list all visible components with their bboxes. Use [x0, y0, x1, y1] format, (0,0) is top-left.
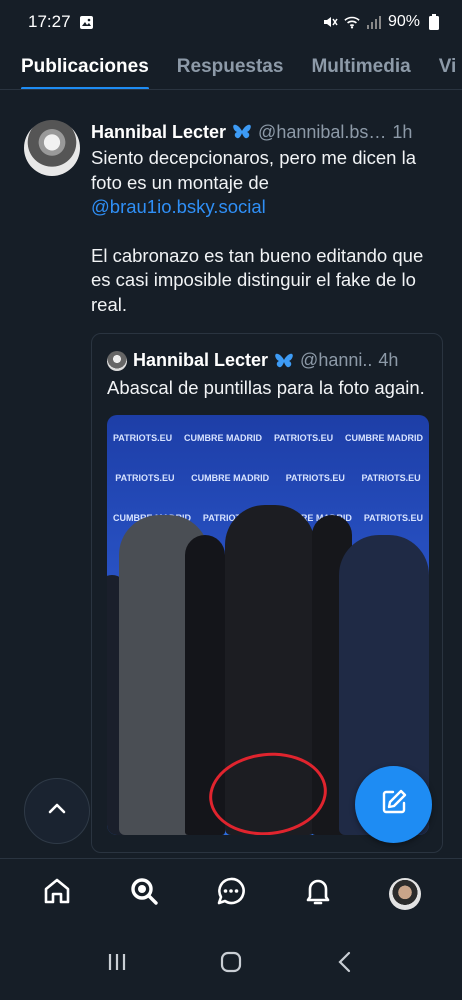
quote-text: Abascal de puntillas para la foto again.: [107, 377, 425, 398]
tab-multimedia[interactable]: Multimedia: [311, 44, 410, 89]
battery-icon: [426, 14, 442, 30]
banner-text: PATRIOTS.EU: [285, 472, 345, 483]
status-bar: 17:27 90%: [0, 0, 462, 44]
banner-text: CUMBRE MADRID: [184, 432, 263, 443]
post-text-paragraph2: El cabronazo es tan bueno editando que e…: [91, 244, 424, 315]
profile-tabs: Publicaciones Respuestas Multimedia Vi: [0, 44, 462, 90]
nav-search-button[interactable]: [118, 868, 170, 920]
nav-profile-button[interactable]: [379, 868, 431, 920]
status-time: 17:27: [28, 12, 71, 31]
nav-chat-button[interactable]: [205, 868, 257, 920]
bell-icon: [302, 875, 334, 912]
gallery-icon: [79, 14, 95, 30]
butterfly-icon: [232, 123, 252, 141]
signal-icon: [366, 14, 382, 30]
post-time: 1h: [392, 121, 413, 142]
chevron-up-icon: [46, 798, 68, 825]
post-body: Hannibal Lecter @hannibal.bs… 1h Siento …: [91, 120, 443, 853]
search-icon: [128, 875, 160, 912]
nav-home-button[interactable]: [31, 868, 83, 920]
mention-link[interactable]: @brau1io.bsky.social: [91, 196, 266, 217]
compose-button[interactable]: [355, 766, 432, 843]
quote-time: 4h: [378, 350, 399, 370]
profile-avatar: [388, 877, 421, 910]
scroll-to-top-button[interactable]: [24, 778, 90, 844]
quote-header: Hannibal Lecter @hanni.. 4h: [107, 350, 427, 371]
author-avatar[interactable]: [24, 120, 80, 176]
banner-text: CUMBRE MADRID: [345, 432, 424, 443]
banner-text: PATRIOTS.EU: [363, 512, 424, 523]
back-button[interactable]: [333, 950, 357, 979]
banner-text: PATRIOTS.EU: [361, 472, 421, 483]
tab-publicaciones[interactable]: Publicaciones: [21, 44, 149, 89]
recent-apps-button[interactable]: [105, 950, 129, 979]
post-text-line1: Siento decepcionaros, pero me dicen la f…: [91, 147, 416, 193]
home-icon: [41, 875, 73, 912]
tab-respuestas[interactable]: Respuestas: [177, 44, 284, 89]
banner-text: PATRIOTS.EU: [115, 472, 175, 483]
wifi-icon: [344, 14, 360, 30]
quote-avatar: [107, 350, 127, 371]
post[interactable]: Hannibal Lecter @hannibal.bs… 1h Siento …: [0, 92, 462, 853]
author-name[interactable]: Hannibal Lecter: [91, 122, 226, 143]
photo-banner-row: PATRIOTS.EU CUMBRE MADRID PATRIOTS.EU PA…: [107, 473, 429, 483]
butterfly-icon: [274, 352, 294, 370]
photo-banner-row: PATRIOTS.EU CUMBRE MADRID PATRIOTS.EU CU…: [107, 433, 429, 443]
mute-icon: [322, 14, 338, 30]
banner-text: PATRIOTS.EU: [112, 432, 173, 443]
quote-author-name: Hannibal Lecter: [133, 350, 269, 370]
banner-text: PATRIOTS.EU: [273, 432, 334, 443]
quote-author-handle: @hanni..: [300, 350, 373, 370]
chat-icon: [215, 875, 247, 912]
system-navigation: [0, 928, 462, 1000]
home-system-button[interactable]: [219, 950, 243, 979]
battery-level: 90%: [387, 13, 420, 30]
pencil-square-icon: [379, 787, 409, 822]
nav-notifications-button[interactable]: [292, 868, 344, 920]
bottom-navigation: [0, 858, 462, 928]
author-handle[interactable]: @hannibal.bs…: [258, 122, 386, 143]
post-header: Hannibal Lecter @hannibal.bs… 1h: [91, 120, 443, 144]
banner-text: CUMBRE MADRID: [191, 472, 270, 483]
tab-videos[interactable]: Vi: [439, 44, 457, 89]
post-text: Siento decepcionaros, pero me dicen la f…: [91, 146, 443, 317]
